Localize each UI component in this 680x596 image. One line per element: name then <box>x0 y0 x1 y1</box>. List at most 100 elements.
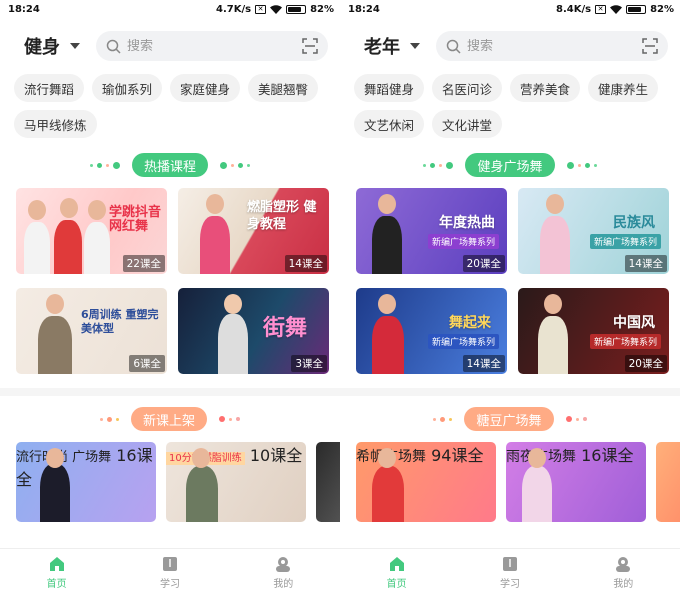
bottom-tab-bar: 首页 学习 我的 <box>0 548 340 596</box>
section-header: 热播课程 <box>0 152 340 178</box>
course-card[interactable]: 雨夜广场舞 16课全 <box>506 442 646 522</box>
section-divider <box>340 388 680 396</box>
course-card[interactable]: 燃脂塑形 健身教程 14课全 <box>178 188 329 274</box>
section-title: 热播课程 <box>131 153 208 177</box>
tangdou-row[interactable]: 希帆广场舞 94课全 雨夜广场舞 16课全 <box>340 432 680 522</box>
card-title: 燃脂塑形 健身教程 <box>247 200 317 232</box>
lesson-count: 94课全 <box>431 446 484 465</box>
lesson-count: 22课全 <box>122 255 165 272</box>
chip[interactable]: 文化讲堂 <box>432 110 503 138</box>
search-icon <box>446 39 461 54</box>
tag-chips: 流行舞蹈 瑜伽系列 家庭健身 美腿翘臀 马甲线修炼 <box>0 70 340 138</box>
chip[interactable]: 名医问诊 <box>432 74 503 102</box>
wifi-icon <box>270 4 283 14</box>
chip[interactable]: 马甲线修炼 <box>14 110 97 138</box>
scan-icon[interactable] <box>642 38 658 54</box>
tab-mine[interactable]: 我的 <box>593 555 653 590</box>
tab-home[interactable]: 首页 <box>367 555 427 590</box>
decor-dots-icon <box>565 416 587 422</box>
card-title: 街舞 <box>262 316 307 341</box>
decor-dots-icon <box>423 161 454 169</box>
course-card[interactable] <box>316 442 340 522</box>
screen-senior: 18:24 8.4K/s ✕ 82% 老年 搜索 舞蹈健身 名医问诊 营养美食 … <box>340 0 680 596</box>
tab-mine[interactable]: 我的 <box>253 555 313 590</box>
course-card[interactable]: 舞起来 新编广场舞系列 14课全 <box>356 288 507 374</box>
screen-fitness: 18:24 4.7K/s ✕ 82% 健身 搜索 流行舞蹈 瑜伽系列 家庭健身 … <box>0 0 340 596</box>
lesson-count: 6课全 <box>129 355 165 372</box>
chip[interactable]: 家庭健身 <box>170 74 241 102</box>
course-card[interactable]: 民族风 新编广场舞系列 14课全 <box>518 188 669 274</box>
decor-dots-icon <box>99 416 119 422</box>
search-bar[interactable] <box>96 31 328 61</box>
category-label: 老年 <box>364 37 400 58</box>
tab-label: 学习 <box>499 579 520 590</box>
lesson-count: 20课全 <box>624 355 667 372</box>
tag-chips: 舞蹈健身 名医问诊 营养美食 健康养生 文艺休闲 文化讲堂 <box>340 70 680 138</box>
chip[interactable]: 文艺休闲 <box>354 110 425 138</box>
section-header: 糖豆广场舞 <box>340 406 680 432</box>
sim-icon: ✕ <box>255 4 267 14</box>
section-divider <box>0 388 340 396</box>
chip[interactable]: 瑜伽系列 <box>92 74 163 102</box>
status-bar: 18:24 8.4K/s ✕ 82% <box>340 0 680 18</box>
lesson-count: 14课全 <box>284 255 327 272</box>
category-label: 健身 <box>24 37 60 58</box>
course-card[interactable]: 年度热曲 新编广场舞系列 20课全 <box>356 188 507 274</box>
lesson-count: 20课全 <box>462 255 505 272</box>
status-bar: 18:24 4.7K/s ✕ 82% <box>0 0 340 18</box>
category-dropdown[interactable]: 健身 <box>24 33 80 59</box>
course-card[interactable]: 6周训练 重塑完美体型 6课全 <box>16 288 167 374</box>
lesson-count: 14课全 <box>624 255 667 272</box>
category-dropdown[interactable]: 老年 <box>364 33 420 59</box>
battery-icon <box>626 4 647 14</box>
network-speed: 4.7K/s <box>215 3 252 15</box>
home-icon <box>389 557 404 571</box>
search-bar[interactable] <box>436 31 668 61</box>
tab-home[interactable]: 首页 <box>27 555 87 590</box>
bottom-tab-bar: 首页 学习 我的 <box>340 548 680 596</box>
course-card[interactable]: 学跳抖音网红舞 22课全 <box>16 188 167 274</box>
wifi-icon <box>610 4 623 14</box>
new-courses-row[interactable]: 流行时尚 广场舞 16课全 10分钟燃脂训练 10课全 <box>0 432 340 522</box>
card-title: 学跳抖音网红舞 <box>109 205 162 235</box>
tab-label: 学习 <box>159 579 180 590</box>
lesson-count: 3课全 <box>291 355 327 372</box>
chip[interactable]: 营养美食 <box>510 74 581 102</box>
tab-label: 我的 <box>273 579 294 590</box>
card-title: 舞起来 <box>449 315 491 331</box>
book-icon <box>162 557 177 571</box>
status-time: 18:24 <box>348 3 380 15</box>
top-header: 老年 <box>340 22 680 70</box>
course-card[interactable]: 希帆广场舞 94课全 <box>356 442 496 522</box>
section-header: 新课上架 <box>0 406 340 432</box>
course-card[interactable]: 街舞 3课全 <box>178 288 329 374</box>
chip[interactable]: 舞蹈健身 <box>354 74 425 102</box>
card-subtitle: 新编广场舞系列 <box>589 334 661 349</box>
card-title: 年度热曲 <box>439 215 495 231</box>
tab-study[interactable]: 学习 <box>480 555 540 590</box>
decor-dots-icon <box>220 161 250 169</box>
search-input[interactable] <box>127 38 296 54</box>
battery-icon <box>286 4 307 14</box>
section-title: 新课上架 <box>130 407 207 431</box>
chip[interactable]: 美腿翘臀 <box>248 74 319 102</box>
lesson-count: 10课全 <box>249 446 303 465</box>
decor-dots-icon <box>89 161 120 169</box>
lesson-count: 14课全 <box>462 355 505 372</box>
section-header: 健身广场舞 <box>340 152 680 178</box>
chip[interactable]: 健康养生 <box>588 74 659 102</box>
chip[interactable]: 流行舞蹈 <box>14 74 85 102</box>
course-card[interactable]: 10分钟燃脂训练 10课全 <box>166 442 306 522</box>
course-card[interactable]: 流行时尚 广场舞 16课全 <box>16 442 156 522</box>
course-card[interactable] <box>656 442 680 522</box>
card-title: 中国风 <box>613 315 655 331</box>
caret-down-icon <box>410 43 420 49</box>
card-title: 6周训练 重塑完美体型 <box>81 308 159 336</box>
search-input[interactable] <box>467 38 636 54</box>
scan-icon[interactable] <box>302 38 318 54</box>
caret-down-icon <box>70 43 80 49</box>
tab-study[interactable]: 学习 <box>140 555 200 590</box>
search-icon <box>106 39 121 54</box>
course-card[interactable]: 中国风 新编广场舞系列 20课全 <box>518 288 669 374</box>
card-subtitle: 新编广场舞系列 <box>427 234 499 249</box>
